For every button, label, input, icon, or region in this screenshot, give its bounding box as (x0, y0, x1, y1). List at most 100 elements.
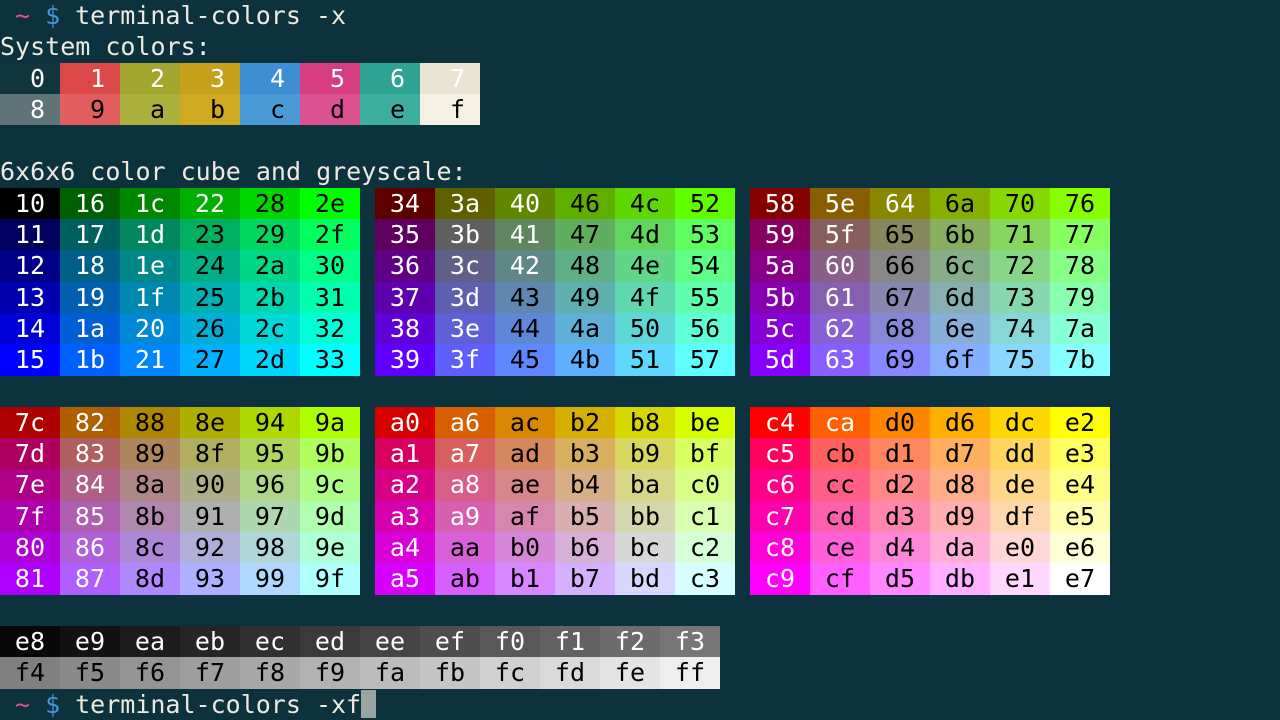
color-cell-6a: 6a (930, 188, 990, 219)
color-cell-be: be (675, 407, 735, 438)
color-cell-ab: ab (435, 563, 495, 594)
color-cell-13: 13 (0, 282, 60, 313)
color-cell-da: da (930, 532, 990, 563)
color-cell-9b: 9b (300, 438, 360, 469)
color-cell-44: 44 (495, 313, 555, 344)
color-cell-92: 92 (180, 532, 240, 563)
color-cell-e0: e0 (990, 532, 1050, 563)
color-cell-cd: cd (810, 501, 870, 532)
color-row: c4cad0d6dce2 (750, 407, 1110, 438)
color-row: 89abcdef (0, 94, 1280, 125)
color-cell-e3: e3 (1050, 438, 1110, 469)
color-row: c6ccd2d8dee4 (750, 469, 1110, 500)
color-cell-79: 79 (1050, 282, 1110, 313)
color-cell-1f: 1f (120, 282, 180, 313)
color-cell-b3: b3 (555, 438, 615, 469)
color-cell-ee: ee (360, 626, 420, 657)
color-cell-ae: ae (495, 469, 555, 500)
color-row: c9cfd5dbe1e7 (750, 563, 1110, 594)
color-cell-fa: fa (360, 657, 420, 688)
color-cell-38: 38 (375, 313, 435, 344)
color-cell-1e: 1e (120, 250, 180, 281)
color-cell-6b: 6b (930, 219, 990, 250)
color-cell-61: 61 (810, 282, 870, 313)
color-cell-b4: b4 (555, 469, 615, 500)
color-cell-58: 58 (750, 188, 810, 219)
color-cell-74: 74 (990, 313, 1050, 344)
color-cell-3c: 3c (435, 250, 495, 281)
color-cell-e7: e7 (1050, 563, 1110, 594)
color-row: 343a40464c52 (375, 188, 735, 219)
color-cell-52: 52 (675, 188, 735, 219)
color-row: a1a7adb3b9bf (375, 438, 735, 469)
color-cell-18: 18 (60, 250, 120, 281)
color-cell-de: de (990, 469, 1050, 500)
terminal-screen[interactable]: ~$terminal-colors -x System colors: 0123… (0, 0, 1280, 720)
color-cell-40: 40 (495, 188, 555, 219)
color-cell-85: 85 (60, 501, 120, 532)
cube-header: 6x6x6 color cube and greyscale: (0, 156, 1280, 187)
prompt-tilde: ~ (15, 1, 30, 30)
blank-line (0, 595, 1280, 626)
color-cell-2c: 2c (240, 313, 300, 344)
color-cell-f4: f4 (0, 657, 60, 688)
color-cell-29: 29 (240, 219, 300, 250)
cube-band-2: 7c82888e949a7d83898f959b7e848a90969c7f85… (0, 407, 1280, 595)
color-cell-31: 31 (300, 282, 360, 313)
color-cell-f: f (420, 94, 480, 125)
color-cell-2a: 2a (240, 250, 300, 281)
color-cell-2e: 2e (300, 188, 360, 219)
color-cell-d5: d5 (870, 563, 930, 594)
color-cell-d: d (300, 94, 360, 125)
color-cell-a: a (120, 94, 180, 125)
color-cell-2d: 2d (240, 344, 300, 375)
color-cell-46: 46 (555, 188, 615, 219)
color-cell-d0: d0 (870, 407, 930, 438)
color-cell-4a: 4a (555, 313, 615, 344)
color-cell-4: 4 (240, 63, 300, 94)
color-row: c5cbd1d7dde3 (750, 438, 1110, 469)
color-cell-55: 55 (675, 282, 735, 313)
color-cell-77: 77 (1050, 219, 1110, 250)
color-cell-ed: ed (300, 626, 360, 657)
color-cell-86: 86 (60, 532, 120, 563)
color-cell-d4: d4 (870, 532, 930, 563)
color-cell-2b: 2b (240, 282, 300, 313)
color-cell-2: 2 (120, 63, 180, 94)
color-row: 7e848a90969c (0, 469, 360, 500)
color-cell-47: 47 (555, 219, 615, 250)
color-cell-f3: f3 (660, 626, 720, 657)
cube-band-1: 10161c22282e11171d23292f12181e242a301319… (0, 188, 1280, 376)
color-cell-5: 5 (300, 63, 360, 94)
color-cell-50: 50 (615, 313, 675, 344)
color-cell-ce: ce (810, 532, 870, 563)
color-cell-ff: ff (660, 657, 720, 688)
color-cell-b6: b6 (555, 532, 615, 563)
color-cell-e9: e9 (60, 626, 120, 657)
color-row: a2a8aeb4bac0 (375, 469, 735, 500)
color-row: 7d83898f959b (0, 438, 360, 469)
color-cell-f6: f6 (120, 657, 180, 688)
color-cell-c2: c2 (675, 532, 735, 563)
color-cell-27: 27 (180, 344, 240, 375)
color-cell-62: 62 (810, 313, 870, 344)
color-cell-64: 64 (870, 188, 930, 219)
color-cell-71: 71 (990, 219, 1050, 250)
color-cell-67: 67 (870, 282, 930, 313)
color-row: 5a60666c7278 (750, 250, 1110, 281)
color-cell-89: 89 (120, 438, 180, 469)
color-cell-a1: a1 (375, 438, 435, 469)
color-cell-ad: ad (495, 438, 555, 469)
color-row: 7f858b91979d (0, 501, 360, 532)
color-cell-1: 1 (60, 63, 120, 94)
color-cell-24: 24 (180, 250, 240, 281)
cube-block-1: 10161c22282e11171d23292f12181e242a301319… (0, 188, 360, 376)
blank-line (0, 125, 1280, 156)
color-cell-6f: 6f (930, 344, 990, 375)
color-cell-91: 91 (180, 501, 240, 532)
color-cell-c6: c6 (750, 469, 810, 500)
color-cell-60: 60 (810, 250, 870, 281)
color-cell-5c: 5c (750, 313, 810, 344)
color-cell-7b: 7b (1050, 344, 1110, 375)
color-cell-84: 84 (60, 469, 120, 500)
